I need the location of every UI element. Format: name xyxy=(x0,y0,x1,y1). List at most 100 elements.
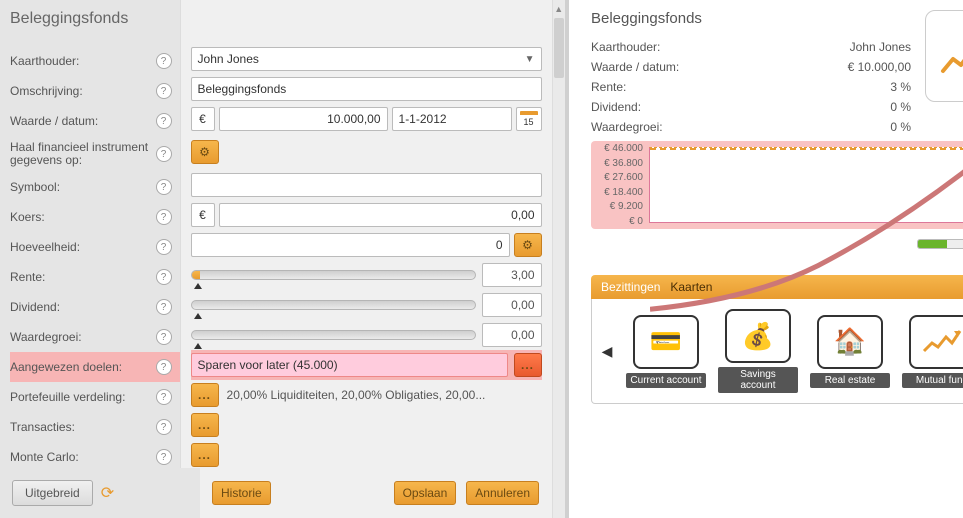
help-icon[interactable]: ? xyxy=(156,449,172,465)
asset-mutual-fund[interactable]: Mutual fund xyxy=(902,315,963,388)
label-haal-fin: Haal financieel instrument gegevens op: xyxy=(10,141,156,167)
label-waarde-datum: Waarde / datum: xyxy=(10,114,156,128)
help-icon[interactable]: ? xyxy=(156,359,172,375)
asset-real-estate[interactable]: 🏠 Real estate xyxy=(810,315,890,388)
scrollbar[interactable]: ▲ xyxy=(553,0,565,518)
help-icon[interactable]: ? xyxy=(156,83,172,99)
asset-label: Real estate xyxy=(810,373,890,388)
help-icon[interactable]: ? xyxy=(156,239,172,255)
label-hoeveelheid: Hoeveelheid: xyxy=(10,240,156,254)
label-transacties: Transacties: xyxy=(10,420,156,434)
kv-kaarthouder-l: Kaarthouder: xyxy=(591,40,660,54)
kv-kaarthouder-v: John Jones xyxy=(850,40,911,54)
opslaan-button[interactable]: Opslaan xyxy=(394,481,457,505)
waarde-input[interactable] xyxy=(219,107,388,131)
historie-button[interactable]: Historie xyxy=(212,481,271,505)
waardegroei-value[interactable]: 0,00 xyxy=(482,323,542,347)
refresh-icon[interactable]: ⟳ xyxy=(101,483,114,503)
omschrijving-input[interactable] xyxy=(191,77,542,101)
asset-current-account[interactable]: 💳 Current account xyxy=(626,315,706,388)
dividend-value[interactable]: 0,00 xyxy=(482,293,542,317)
symbool-input[interactable] xyxy=(191,173,542,197)
label-rente: Rente: xyxy=(10,270,156,284)
label-portefeuille: Portefeuille verdeling: xyxy=(10,390,156,404)
hoeveelheid-gear-button[interactable]: ⚙ xyxy=(514,233,542,257)
label-koers: Koers: xyxy=(10,210,156,224)
ytick: € 0 xyxy=(597,216,643,227)
kv-waarde-v: € 10.000,00 xyxy=(848,60,911,74)
portefeuille-text: 20,00% Liquiditeiten, 20,00% Obligaties,… xyxy=(227,388,486,402)
montecarlo-edit-button[interactable]: ... xyxy=(191,443,219,467)
waardegroei-slider[interactable] xyxy=(191,330,476,340)
help-icon[interactable]: ? xyxy=(156,419,172,435)
label-kaarthouder: Kaarthouder: xyxy=(10,54,156,68)
help-icon[interactable]: ? xyxy=(156,329,172,345)
label-symbool: Symbool: xyxy=(10,180,156,194)
historie-label: Historie xyxy=(221,486,262,500)
panel-title: Beleggingsfonds xyxy=(10,10,180,28)
asset-label: Current account xyxy=(626,373,706,388)
transacties-edit-button[interactable]: ... xyxy=(191,413,219,437)
label-aangewezen: Aangewezen doelen: xyxy=(10,360,156,374)
koers-input[interactable] xyxy=(219,203,542,227)
rente-value[interactable]: 3,00 xyxy=(482,263,542,287)
portefeuille-edit-button[interactable]: ... xyxy=(191,383,219,407)
help-icon[interactable]: ? xyxy=(156,209,172,225)
assets-row: ◀ 💳 Current account 💰 Savings account 🏠 … xyxy=(591,299,963,404)
calendar-day: 15 xyxy=(524,117,534,127)
left-panel: Beleggingsfonds Kaarthouder:? Omschrijvi… xyxy=(0,0,565,518)
assets-prev[interactable]: ◀ xyxy=(600,343,614,360)
chart-plot-area xyxy=(649,147,963,223)
help-icon[interactable]: ? xyxy=(156,113,172,129)
help-icon[interactable]: ? xyxy=(156,179,172,195)
label-waardegroei: Waardegroei: xyxy=(10,330,156,344)
annuleren-label: Annuleren xyxy=(475,486,530,500)
aangewezen-edit-button[interactable]: ... xyxy=(514,353,542,377)
kv-waarde-l: Waarde / datum: xyxy=(591,60,679,74)
calendar-button[interactable]: 15 xyxy=(516,107,542,131)
kv-rente-v: 3 % xyxy=(890,80,911,94)
asset-label: Savings account xyxy=(718,367,798,393)
uitgebreid-label: Uitgebreid xyxy=(25,486,80,500)
fetch-instrument-button[interactable]: ⚙ xyxy=(191,140,219,164)
datum-input[interactable] xyxy=(392,107,512,131)
growth-chart: € 46.000 € 36.800 € 27.600 € 18.400 € 9.… xyxy=(591,141,963,229)
scroll-up-icon[interactable]: ▲ xyxy=(554,4,563,14)
gear-icon: ⚙ xyxy=(199,145,210,159)
koers-currency[interactable] xyxy=(191,203,215,227)
hoeveelheid-input[interactable] xyxy=(191,233,510,257)
fund-icon xyxy=(925,10,963,102)
help-icon[interactable]: ? xyxy=(156,146,172,162)
scroll-thumb[interactable] xyxy=(554,18,564,78)
dividend-slider[interactable] xyxy=(191,300,476,310)
rente-slider[interactable] xyxy=(191,270,476,280)
uitgebreid-button[interactable]: Uitgebreid xyxy=(12,480,93,506)
kv-dividend-l: Dividend: xyxy=(591,100,641,114)
kaarthouder-select[interactable]: John Jones ▼ xyxy=(191,47,542,71)
kv-rente-l: Rente: xyxy=(591,80,626,94)
ytick: € 9.200 xyxy=(597,201,643,212)
dots-icon: ... xyxy=(198,418,211,432)
label-dividend: Dividend: xyxy=(10,300,156,314)
dots-icon: ... xyxy=(198,448,211,462)
currency-input[interactable] xyxy=(191,107,215,131)
credit-card-icon: 💳 xyxy=(633,315,699,369)
label-montecarlo: Monte Carlo: xyxy=(10,450,156,464)
annuleren-button[interactable]: Annuleren xyxy=(466,481,539,505)
savings-icon: 💰 xyxy=(725,309,791,363)
card-title: Beleggingsfonds xyxy=(591,10,911,27)
opslaan-label: Opslaan xyxy=(403,486,448,500)
kv-waardegroei-l: Waardegroei: xyxy=(591,120,663,134)
help-icon[interactable]: ? xyxy=(156,299,172,315)
chart-y-axis: € 46.000 € 36.800 € 27.600 € 18.400 € 9.… xyxy=(597,143,643,227)
help-icon[interactable]: ? xyxy=(156,389,172,405)
ytick: € 36.800 xyxy=(597,158,643,169)
help-icon[interactable]: ? xyxy=(156,53,172,69)
asset-savings-account[interactable]: 💰 Savings account xyxy=(718,309,798,393)
ytick: € 46.000 xyxy=(597,143,643,154)
aangewezen-text: Sparen voor later (45.000) xyxy=(198,358,338,372)
footer-left: Uitgebreid ⟳ xyxy=(0,468,200,518)
house-icon: 🏠 xyxy=(817,315,883,369)
help-icon[interactable]: ? xyxy=(156,269,172,285)
kv-waardegroei-v: 0 % xyxy=(890,120,911,134)
